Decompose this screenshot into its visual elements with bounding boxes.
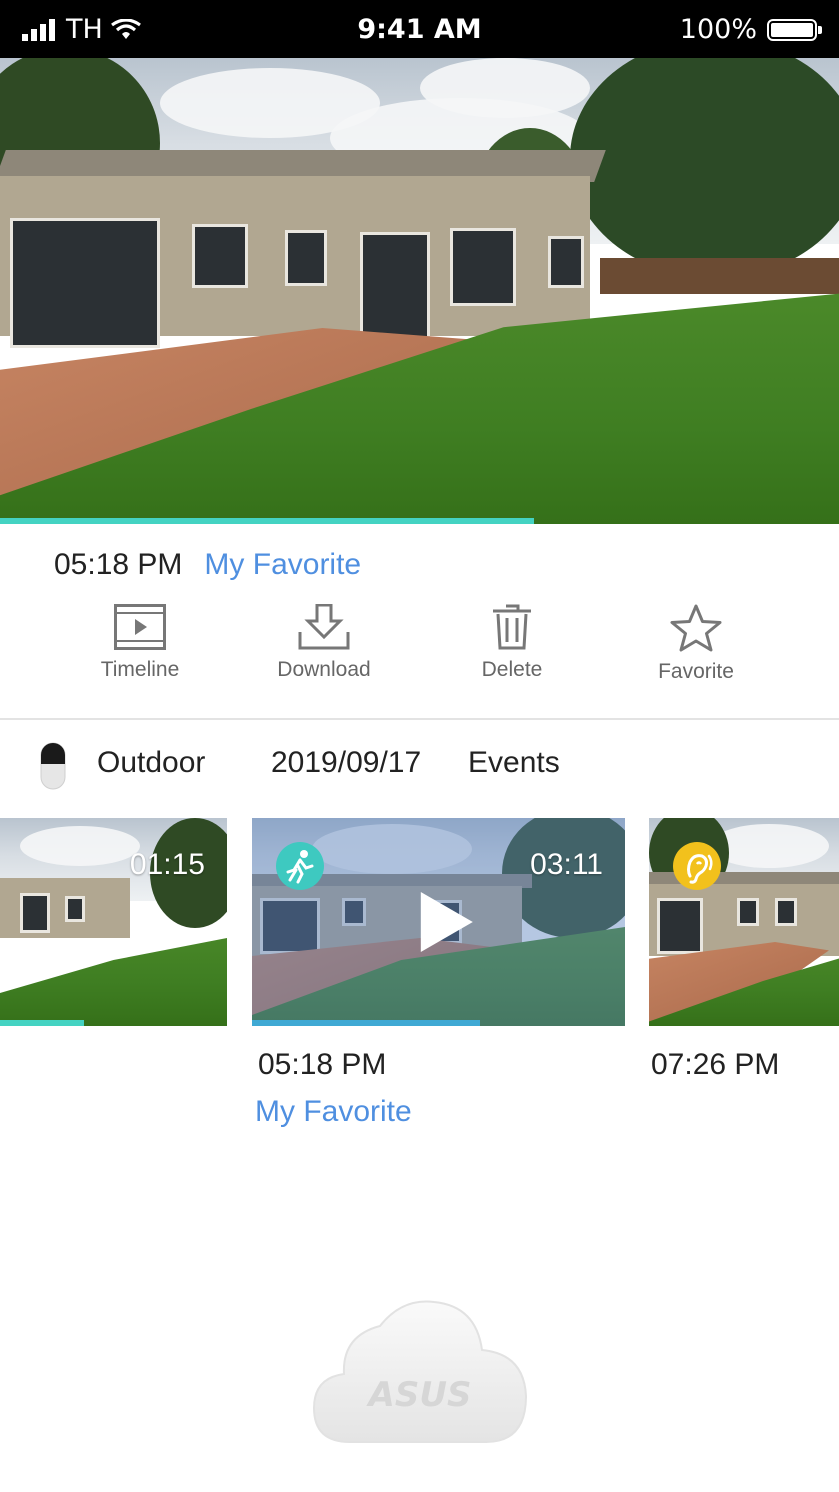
playback-progress-fill <box>0 518 534 524</box>
clip-time: 07:26 PM <box>651 1048 780 1081</box>
download-button[interactable]: Download <box>254 604 394 682</box>
svg-text:ASUS: ASUS <box>366 1375 472 1415</box>
camera-name[interactable]: Outdoor <box>97 746 205 780</box>
star-icon <box>670 604 722 652</box>
trash-icon <box>493 604 531 650</box>
battery-percent: 100% <box>679 14 757 45</box>
recording-label[interactable]: My Favorite <box>204 548 361 582</box>
download-icon <box>298 604 350 650</box>
recording-info: 05:18 PM My Favorite <box>54 548 361 582</box>
events-label: Events <box>468 746 560 779</box>
divider <box>0 718 839 720</box>
delete-label: Delete <box>481 658 543 681</box>
motion-icon <box>286 850 314 884</box>
clip-duration: 03:11 <box>530 848 603 881</box>
clip-progress <box>0 1020 84 1026</box>
playback-progress[interactable] <box>0 518 839 524</box>
status-bar: TH 9:41 AM 100% <box>0 0 839 58</box>
camera-header: Outdoor 2019/09/17 Events <box>0 736 839 796</box>
asus-cloud-logo: ASUS <box>312 1300 528 1443</box>
camera-icon <box>40 742 66 790</box>
action-bar: Timeline Download Delete Favorite <box>0 604 839 704</box>
delete-button[interactable]: Delete <box>442 604 582 682</box>
clip-duration: 01:15 <box>129 848 205 881</box>
sound-event-badge <box>673 842 721 890</box>
clip-thumbnail[interactable] <box>649 818 839 1026</box>
clip-thumbnail[interactable]: 01:15 <box>0 818 227 1026</box>
film-icon <box>114 604 166 650</box>
clip-progress <box>252 1020 480 1026</box>
status-right: 100% <box>679 14 822 45</box>
event-date[interactable]: 2019/09/17 <box>271 746 421 780</box>
favorite-label: Favorite <box>658 660 734 683</box>
download-label: Download <box>277 658 371 681</box>
clip-label[interactable]: My Favorite <box>255 1095 412 1129</box>
play-icon[interactable] <box>420 892 473 952</box>
motion-event-badge <box>276 842 324 890</box>
video-player[interactable] <box>0 58 839 524</box>
timeline-label: Timeline <box>100 658 180 681</box>
clip-time: 05:18 PM <box>258 1048 387 1081</box>
battery-icon <box>767 18 822 41</box>
timeline-button[interactable]: Timeline <box>70 604 210 682</box>
recording-time: 05:18 PM <box>54 548 183 581</box>
sound-icon <box>687 854 713 884</box>
clip-thumbnail-selected[interactable]: 03:11 <box>252 818 625 1026</box>
favorite-button[interactable]: Favorite <box>626 604 766 684</box>
